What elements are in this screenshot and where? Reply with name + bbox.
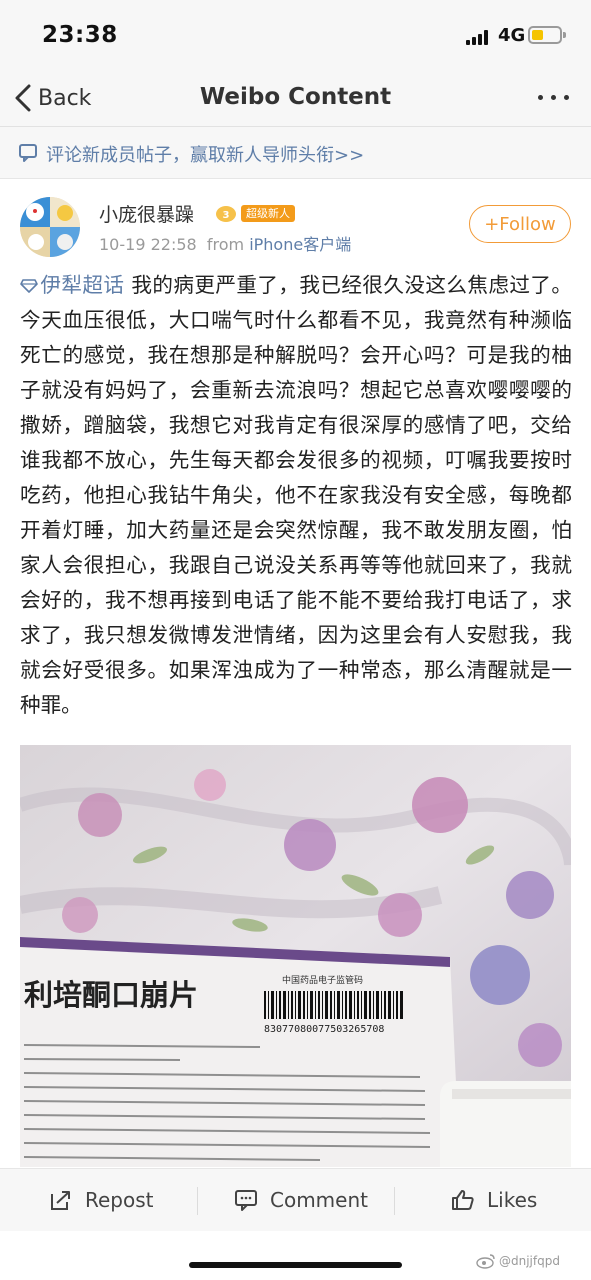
from-label: from [206, 235, 245, 254]
repost-button[interactable]: Repost [49, 1169, 154, 1231]
action-bar: Repost Comment Likes [0, 1168, 591, 1231]
thumbs-up-icon [452, 1190, 474, 1210]
post-photo[interactable]: 利培酮口崩片 中国药品电子监管码 83077080077503265708 [20, 745, 571, 1167]
drug-name: 利培酮口崩片 [24, 978, 198, 1012]
topic-link[interactable]: 伊犁超话 [20, 273, 124, 297]
network-type: 4G [498, 25, 526, 46]
watermark-text: @dnjjfqpd [499, 1254, 560, 1268]
promo-text: 评论新成员帖子，赢取新人导师头衔>> [46, 145, 365, 166]
post-source[interactable]: iPhone客户端 [249, 235, 351, 254]
regulator-label: 中国药品电子监管码 [282, 974, 363, 986]
weibo-logo-icon [476, 1254, 495, 1269]
post-body: 伊犁超话 我的病更严重了，我已经很久没这么焦虑过了。今天血压很低，大口喘气时什么… [20, 268, 572, 723]
diamond-icon [20, 279, 38, 293]
likes-label: Likes [487, 1188, 538, 1212]
post-date: 10-19 22:58 [99, 235, 197, 254]
topic-label: 伊犁超话 [40, 273, 125, 297]
author-name[interactable]: 小庞很暴躁 [99, 200, 194, 227]
like-button[interactable]: Likes [451, 1169, 537, 1231]
avatar-image [20, 197, 80, 257]
promo-banner[interactable]: 评论新成员帖子，赢取新人导师头衔>> [0, 127, 591, 179]
comment-button[interactable]: Comment [234, 1169, 368, 1231]
svg-text:3: 3 [223, 210, 230, 221]
post-text: 我的病更严重了，我已经很久没这么焦虑过了。今天血压很低，大口喘气时什么都看不见，… [20, 273, 573, 717]
page-title: Weibo Content [199, 84, 392, 110]
follow-label: +Follow [484, 213, 556, 235]
vip-icon: 3 [216, 206, 236, 222]
comment-label: Comment [270, 1188, 368, 1212]
divider [394, 1187, 395, 1215]
comment-icon [19, 144, 37, 162]
post-meta: 10-19 22:58 from iPhone客户端 [99, 231, 351, 255]
repost-label: Repost [85, 1188, 154, 1212]
nav-bar: Back Weibo Content [0, 70, 591, 127]
status-bar: 23:38 4G [0, 0, 591, 70]
avatar[interactable] [20, 197, 80, 257]
signal-icon [466, 29, 492, 45]
status-time: 23:38 [42, 22, 118, 48]
more-icon[interactable] [536, 92, 572, 104]
photo-content: 利培酮口崩片 中国药品电子监管码 83077080077503265708 [20, 745, 571, 1167]
comment-icon [235, 1190, 257, 1211]
home-indicator[interactable] [189, 1262, 402, 1268]
watermark: @dnjjfqpd [476, 1253, 560, 1269]
repost-icon [51, 1191, 70, 1210]
battery-icon [528, 26, 566, 44]
barcode-number: 83077080077503265708 [264, 1024, 384, 1035]
status-badge: 超级新人 [241, 205, 295, 222]
follow-button[interactable]: +Follow [469, 205, 571, 243]
divider [197, 1187, 198, 1215]
